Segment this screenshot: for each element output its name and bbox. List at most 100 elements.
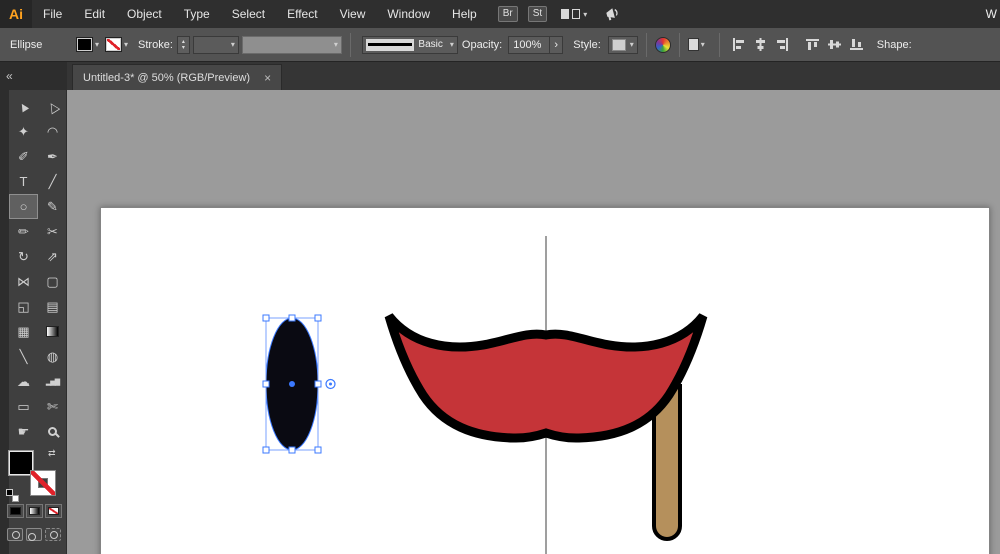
menu-help[interactable]: Help bbox=[441, 0, 488, 28]
style-label: Style: bbox=[573, 39, 601, 51]
selection-center-anchor[interactable] bbox=[289, 381, 295, 387]
brush-stroke-icon bbox=[368, 43, 413, 46]
draw-normal-button[interactable] bbox=[7, 528, 23, 541]
align-vertical-center-icon[interactable] bbox=[828, 38, 841, 51]
blend-tool[interactable]: ◍ bbox=[39, 345, 66, 368]
menu-view[interactable]: View bbox=[329, 0, 377, 28]
swap-fill-stroke-icon[interactable]: ⇄ bbox=[48, 448, 56, 459]
free-transform-tool[interactable]: ▢ bbox=[39, 270, 66, 293]
artboard-tool[interactable]: ▭ bbox=[10, 395, 37, 418]
align-vertical-bottom-icon[interactable] bbox=[850, 38, 863, 51]
align-horizontal-center-icon[interactable] bbox=[754, 38, 767, 51]
lasso-icon: ◠ bbox=[47, 124, 58, 140]
width-tool[interactable]: ⋈ bbox=[10, 270, 37, 293]
fill-color-swatch[interactable] bbox=[76, 37, 93, 52]
direct-selection-tool[interactable]: △ bbox=[39, 95, 66, 118]
slice-tool[interactable]: ✄ bbox=[39, 395, 66, 418]
handle-bottom-center[interactable] bbox=[289, 447, 295, 453]
stepper-down-icon[interactable]: ▾ bbox=[182, 45, 185, 51]
chevron-down-icon: ▾ bbox=[583, 10, 587, 19]
draw-behind-button[interactable] bbox=[26, 528, 42, 541]
menu-effect[interactable]: Effect bbox=[276, 0, 328, 28]
mesh-tool[interactable]: ▦ bbox=[10, 320, 37, 343]
eyedropper-tool[interactable]: ╲ bbox=[10, 345, 37, 368]
graphic-style-dropdown[interactable]: ▾ bbox=[608, 36, 638, 54]
share-icon[interactable] bbox=[603, 3, 625, 24]
select-similar-dropdown[interactable]: ▾ bbox=[688, 38, 705, 51]
curvature-tool[interactable]: ✐ bbox=[10, 145, 37, 168]
transform-widget[interactable] bbox=[326, 380, 335, 389]
menu-window[interactable]: Window bbox=[376, 0, 441, 28]
align-horizontal-right-icon[interactable] bbox=[776, 38, 789, 51]
opacity-input[interactable]: 100% bbox=[508, 36, 550, 54]
lasso-tool[interactable]: ◠ bbox=[39, 120, 66, 143]
menu-select[interactable]: Select bbox=[221, 0, 276, 28]
scale-tool[interactable]: ⇗ bbox=[39, 245, 66, 268]
canvas-area[interactable] bbox=[67, 90, 1000, 554]
handle-bottom-left[interactable] bbox=[263, 447, 269, 453]
handle-middle-right[interactable] bbox=[315, 381, 321, 387]
magic-wand-icon: ✦ bbox=[18, 124, 29, 140]
recolor-artwork-icon[interactable] bbox=[655, 37, 671, 53]
hand-tool[interactable]: ☛ bbox=[10, 420, 37, 443]
artboard[interactable] bbox=[100, 207, 990, 554]
column-graph-tool[interactable]: ▂▅▇ bbox=[39, 370, 66, 393]
perspective-grid-tool[interactable]: ▤ bbox=[39, 295, 66, 318]
app-logo: Ai bbox=[0, 0, 32, 28]
menu-edit[interactable]: Edit bbox=[73, 0, 116, 28]
handle-top-left[interactable] bbox=[263, 315, 269, 321]
chevron-down-icon: ▾ bbox=[334, 40, 338, 49]
bridge-button[interactable]: Br bbox=[498, 6, 518, 22]
color-button[interactable] bbox=[7, 504, 24, 518]
draw-inside-button[interactable] bbox=[45, 528, 61, 541]
line-segment-tool[interactable]: ╱ bbox=[39, 170, 66, 193]
scissors-tool[interactable]: ✂ bbox=[39, 220, 66, 243]
selection-tool[interactable]: ▲ bbox=[10, 95, 37, 118]
ellipse-tool[interactable]: ○ bbox=[10, 195, 37, 218]
fill-color-dropdown[interactable]: ▾ bbox=[76, 37, 99, 52]
stroke-indicator[interactable] bbox=[30, 470, 56, 496]
stroke-color-swatch[interactable] bbox=[105, 37, 122, 52]
gradient-icon bbox=[46, 326, 59, 337]
align-horizontal-left-icon[interactable] bbox=[732, 38, 745, 51]
magic-wand-tool[interactable]: ✦ bbox=[10, 120, 37, 143]
stroke-weight-label: Stroke: bbox=[138, 39, 173, 51]
menu-type[interactable]: Type bbox=[173, 0, 221, 28]
stroke-color-dropdown[interactable]: ▾ bbox=[105, 37, 128, 52]
pencil-tool[interactable]: ✏ bbox=[10, 220, 37, 243]
menu-bar: Ai File Edit Object Type Select Effect V… bbox=[0, 0, 1000, 28]
menu-file[interactable]: File bbox=[32, 0, 73, 28]
menu-object[interactable]: Object bbox=[116, 0, 173, 28]
stroke-weight-dropdown[interactable]: ▾ bbox=[193, 36, 239, 54]
pen-tool[interactable]: ✒ bbox=[39, 145, 66, 168]
zoom-tool[interactable] bbox=[39, 420, 66, 443]
handle-middle-left[interactable] bbox=[263, 381, 269, 387]
brush-preview bbox=[366, 39, 415, 51]
type-tool[interactable]: T bbox=[10, 170, 37, 193]
document-tab[interactable]: Untitled-3* @ 50% (RGB/Preview) × bbox=[72, 64, 282, 90]
width-profile-dropdown[interactable]: ▾ bbox=[242, 36, 342, 54]
symbol-sprayer-tool[interactable]: ☁ bbox=[10, 370, 37, 393]
default-fill-stroke-button[interactable] bbox=[6, 489, 19, 502]
rotate-tool[interactable]: ↻ bbox=[10, 245, 37, 268]
arrange-documents-button[interactable]: ▾ bbox=[561, 9, 587, 19]
artwork-layer bbox=[101, 208, 991, 554]
arrange-documents-icon bbox=[572, 9, 580, 19]
gradient-button[interactable] bbox=[26, 504, 43, 518]
gradient-tool[interactable] bbox=[39, 320, 66, 343]
tools-panel-collapse-button[interactable]: « bbox=[0, 62, 67, 90]
opacity-more-button[interactable]: › bbox=[550, 36, 563, 54]
handle-top-center[interactable] bbox=[289, 315, 295, 321]
brush-definition-dropdown[interactable]: Basic ▾ bbox=[362, 36, 458, 54]
separator bbox=[719, 33, 720, 57]
shape-builder-tool[interactable]: ◱ bbox=[10, 295, 37, 318]
none-button[interactable] bbox=[45, 504, 62, 518]
handle-bottom-right[interactable] bbox=[315, 447, 321, 453]
align-vertical-top-icon[interactable] bbox=[806, 38, 819, 51]
paintbrush-tool[interactable]: ✎ bbox=[39, 195, 66, 218]
close-icon[interactable]: × bbox=[264, 71, 271, 85]
stroke-weight-stepper[interactable]: ▴ ▾ bbox=[177, 36, 190, 54]
handle-top-right[interactable] bbox=[315, 315, 321, 321]
line-segment-icon: ╱ bbox=[49, 174, 57, 190]
stock-button[interactable]: St bbox=[528, 6, 547, 22]
